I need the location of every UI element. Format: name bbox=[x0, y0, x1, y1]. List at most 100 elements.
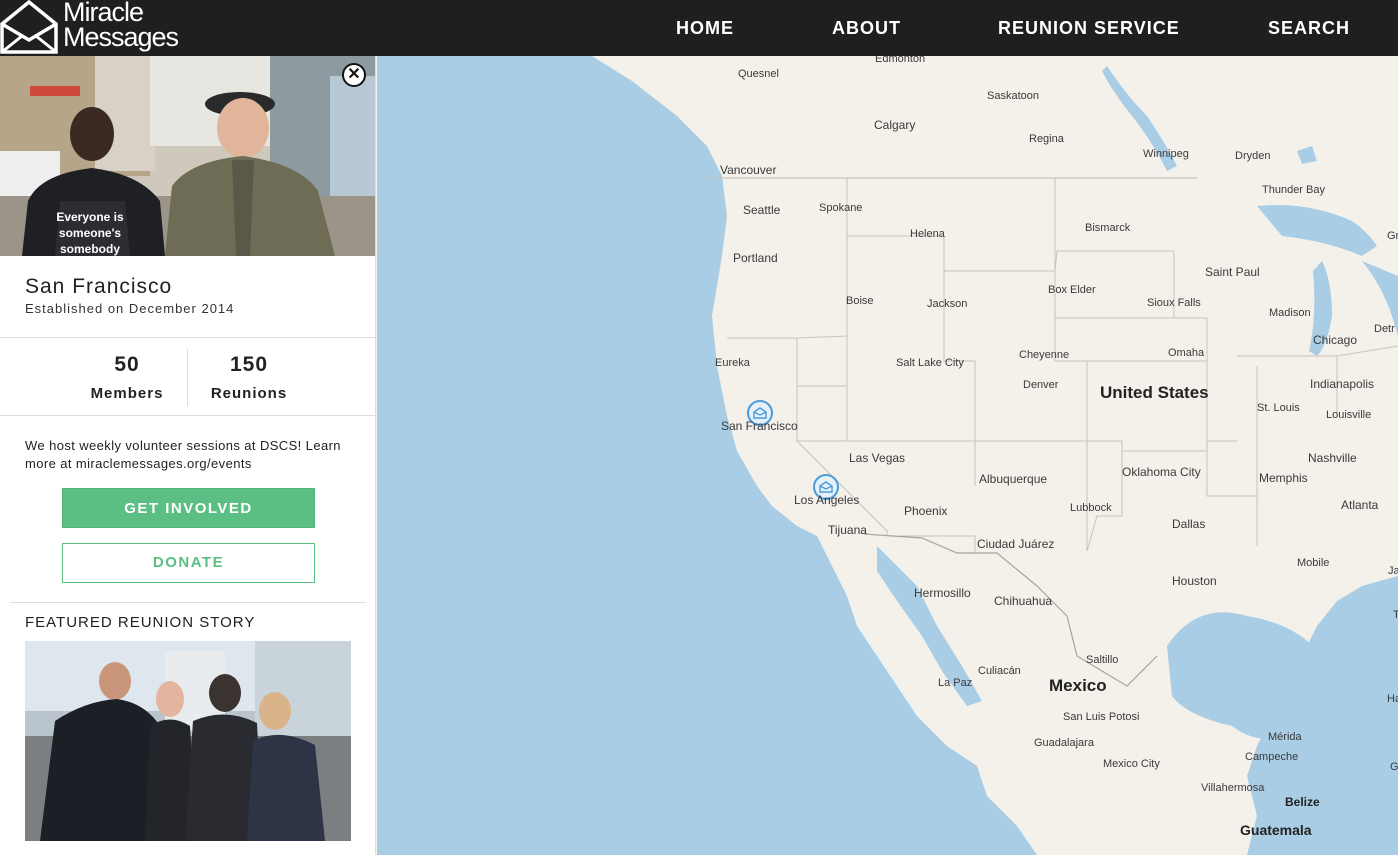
map-label-nashville: Nashville bbox=[1308, 451, 1357, 465]
hero-photo-illustration: Everyone is someone's somebody bbox=[0, 56, 375, 256]
map-label-dryden: Dryden bbox=[1235, 150, 1271, 162]
reunions-count: 150 bbox=[229, 353, 269, 376]
nav-home[interactable]: HOME bbox=[676, 18, 734, 39]
map-label-edmonton: Edmonton bbox=[875, 56, 926, 65]
nav-reunion-service[interactable]: REUNION SERVICE bbox=[998, 18, 1180, 39]
close-icon[interactable]: ✕ bbox=[342, 63, 366, 87]
map-label-saint-paul: Saint Paul bbox=[1205, 265, 1260, 279]
map-label-eureka: Eureka bbox=[715, 357, 750, 369]
stat-reunions: 150 Reunions bbox=[189, 353, 309, 402]
donate-button[interactable]: DONATE bbox=[62, 543, 315, 583]
shirt-text-line-3: somebody bbox=[60, 242, 120, 256]
map-label-mobile: Mobile bbox=[1297, 557, 1330, 569]
map-label-la-paz: La Paz bbox=[938, 677, 973, 689]
map-label-chihuahua: Chihuahua bbox=[994, 594, 1053, 608]
map-label-villahermosa: Villahermosa bbox=[1201, 782, 1265, 794]
map-label-cheyenne: Cheyenne bbox=[1019, 349, 1070, 361]
map-label-detroit: Detr bbox=[1374, 323, 1395, 335]
members-count: 50 bbox=[114, 353, 140, 376]
map-label-guatemala: Guatemala bbox=[1240, 822, 1312, 838]
map-label-quesnel: Quesnel bbox=[738, 68, 779, 80]
miracle-messages-logo[interactable]: Miracle Messages bbox=[0, 0, 200, 56]
envelope-house-icon bbox=[0, 0, 58, 54]
map-label-seattle: Seattle bbox=[743, 203, 781, 217]
map-label-los-angeles: Los Angeles bbox=[794, 493, 860, 507]
chapters-map[interactable]: Edmonton Quesnel Saskatoon Calgary Regin… bbox=[377, 56, 1398, 855]
map-label-belize: Belize bbox=[1285, 795, 1320, 809]
members-label: Members bbox=[90, 385, 164, 402]
map-label-chicago: Chicago bbox=[1313, 333, 1358, 347]
nav-about[interactable]: ABOUT bbox=[832, 18, 901, 39]
chapter-city: San Francisco bbox=[25, 275, 173, 298]
map-label-san-francisco: San Francisco bbox=[721, 419, 798, 433]
divider bbox=[0, 337, 375, 338]
map-label-denver: Denver bbox=[1023, 379, 1059, 391]
get-involved-button[interactable]: GET INVOLVED bbox=[62, 488, 315, 528]
map-label-lubbock: Lubbock bbox=[1070, 502, 1112, 514]
map-label-go: Go bbox=[1390, 761, 1398, 773]
reunions-label: Reunions bbox=[210, 385, 288, 402]
map-label-st-louis: St. Louis bbox=[1257, 402, 1300, 414]
chapter-blurb: We host weekly volunteer sessions at DSC… bbox=[25, 438, 341, 471]
chapter-established: Established on December 2014 bbox=[25, 301, 235, 316]
map-label-las-vegas: Las Vegas bbox=[849, 451, 906, 465]
map-label-helena: Helena bbox=[910, 228, 945, 240]
map-label-albuquerque: Albuquerque bbox=[979, 472, 1048, 486]
map-label-omaha: Omaha bbox=[1168, 347, 1205, 359]
featured-story-photo[interactable] bbox=[25, 641, 351, 841]
map-label-phoenix: Phoenix bbox=[904, 504, 948, 518]
map-label-saltillo: Saltillo bbox=[1086, 654, 1119, 666]
map-label-atlanta: Atlanta bbox=[1341, 498, 1379, 512]
map-label-hermosillo: Hermosillo bbox=[914, 586, 971, 600]
top-navigation-bar: Miracle Messages HOME ABOUT REUNION SERV… bbox=[0, 0, 1398, 56]
map-label-calgary: Calgary bbox=[874, 118, 916, 132]
shirt-text-line-2: someone's bbox=[59, 226, 122, 240]
nav-search[interactable]: SEARCH bbox=[1268, 18, 1350, 39]
stat-divider bbox=[187, 349, 188, 406]
map-label-portland: Portland bbox=[733, 251, 778, 265]
divider bbox=[0, 415, 375, 416]
map-label-ta: Ta bbox=[1393, 609, 1398, 621]
map-label-ciudad-juarez: Ciudad Juárez bbox=[977, 537, 1055, 551]
map-label-mexico: Mexico bbox=[1049, 676, 1107, 695]
map-label-bismarck: Bismarck bbox=[1085, 222, 1131, 234]
chapter-hero-photo: Everyone is someone's somebody bbox=[0, 56, 375, 256]
map-label-thunder-bay: Thunder Bay bbox=[1262, 184, 1325, 196]
map-label-jackson: Jackson bbox=[927, 298, 968, 310]
map-label-culiacan: Culiacán bbox=[978, 665, 1021, 677]
map-label-saskatoon: Saskatoon bbox=[987, 90, 1039, 102]
map-label-memphis: Memphis bbox=[1259, 471, 1308, 485]
envelope-marker-icon bbox=[753, 407, 767, 419]
chapter-sidebar: Everyone is someone's somebody ✕ San Fra… bbox=[0, 56, 376, 855]
map-label-salt-lake-city: Salt Lake City bbox=[896, 357, 964, 369]
map-label-houston: Houston bbox=[1172, 574, 1217, 588]
map-label-indianapolis: Indianapolis bbox=[1310, 377, 1375, 391]
logo-wordmark: Miracle Messages bbox=[63, 0, 179, 52]
map-label-vancouver: Vancouver bbox=[720, 163, 777, 177]
envelope-marker-icon bbox=[819, 481, 833, 493]
map-label-madison: Madison bbox=[1269, 307, 1311, 319]
map-label-san-luis-potosi: San Luis Potosi bbox=[1063, 711, 1140, 723]
map-label-winnipeg: Winnipeg bbox=[1143, 148, 1189, 160]
map-label-oklahoma-city: Oklahoma City bbox=[1122, 465, 1201, 479]
logo-line-2: Messages bbox=[63, 22, 179, 52]
map-label-ha: Ha bbox=[1387, 693, 1398, 705]
map-label-merida: Mérida bbox=[1268, 731, 1302, 743]
map-label-united-states: United States bbox=[1100, 383, 1209, 402]
map-label-box-elder: Box Elder bbox=[1048, 284, 1096, 296]
shirt-text-line-1: Everyone is bbox=[56, 210, 124, 224]
map-label-mexico-city: Mexico City bbox=[1103, 758, 1160, 770]
story-photo-illustration bbox=[25, 641, 351, 841]
map-label-regina: Regina bbox=[1029, 133, 1064, 145]
map-label-boise: Boise bbox=[846, 295, 874, 307]
map-label-jac: Jac bbox=[1388, 565, 1398, 577]
map-label-campeche: Campeche bbox=[1245, 751, 1299, 763]
map-label-gr: Gr bbox=[1387, 230, 1398, 242]
map-label-spokane: Spokane bbox=[819, 202, 863, 214]
map-label-louisville: Louisville bbox=[1326, 409, 1372, 421]
featured-story-title: FEATURED REUNION STORY bbox=[25, 614, 256, 631]
stat-members: 50 Members bbox=[67, 353, 187, 402]
map-label-guadalajara: Guadalajara bbox=[1034, 737, 1094, 749]
map-label-sioux-falls: Sioux Falls bbox=[1147, 297, 1201, 309]
map-label-tijuana: Tijuana bbox=[828, 523, 867, 537]
